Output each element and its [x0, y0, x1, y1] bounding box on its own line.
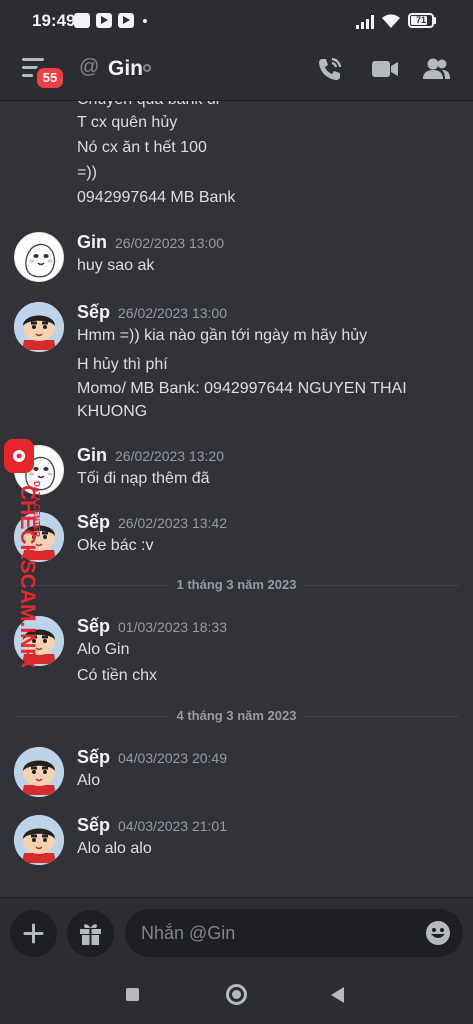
author-line: Sếp 04/03/2023 21:01 [77, 815, 227, 836]
message-text: KHUONG [77, 403, 148, 420]
avatar[interactable] [14, 302, 64, 352]
author-name[interactable]: Gin [77, 445, 107, 465]
message-text: Momo/ MB Bank: 0942997644 NGUYEN THAI [77, 380, 407, 397]
author-line: Sếp 26/02/2023 13:00 [77, 302, 227, 323]
message-input[interactable] [125, 909, 463, 957]
message-text: Alo Gin [77, 641, 130, 658]
author-line: Sếp 04/03/2023 20:49 [77, 747, 227, 768]
author-line: Gin 26/02/2023 13:00 [77, 232, 224, 253]
dm-header: 55 @ Gin [0, 40, 473, 101]
youtube-icon [118, 13, 134, 28]
message-list[interactable]: Chuyển qua bank đi T cx quên hủy Nó cx ă… [0, 101, 473, 897]
message-text: Chuyển qua bank đi [77, 101, 219, 109]
discord-dm-screen: 19:49 71 55 @ Gin T cx quên hủy Nó cx ăn… [0, 0, 473, 1024]
status-time: 19:49 [32, 11, 76, 30]
message-composer [0, 897, 473, 968]
unread-badge: 55 [34, 65, 66, 91]
timestamp: 26/02/2023 13:00 [115, 235, 224, 251]
home-icon[interactable] [226, 984, 247, 1005]
author-line: Sếp 01/03/2023 18:33 [77, 616, 227, 637]
more-notifications-icon [143, 19, 147, 23]
gift-icon [80, 924, 101, 945]
message-text: Nó cx ăn t hết 100 [77, 139, 207, 156]
wifi-icon [382, 14, 400, 28]
message-text: =)) [77, 164, 97, 181]
author-name[interactable]: Sếp [77, 747, 110, 767]
gift-button[interactable] [67, 910, 114, 957]
video-icon[interactable] [370, 54, 400, 84]
author-name[interactable]: Gin [77, 232, 107, 252]
date-divider: 4 tháng 3 năm 2023 [14, 706, 459, 726]
plus-icon [23, 923, 44, 944]
timestamp: 26/02/2023 13:20 [115, 448, 224, 464]
avatar[interactable] [14, 815, 64, 865]
message-text: Oke bác :v [77, 537, 154, 554]
message-text: Hmm =)) kia nào gần tới ngày m hãy hủy [77, 327, 368, 344]
timestamp: 01/03/2023 18:33 [118, 619, 228, 635]
recents-icon[interactable] [126, 988, 139, 1001]
timestamp: 26/02/2023 13:00 [118, 305, 228, 321]
at-icon: @ [79, 56, 100, 78]
svg-text:DATA CENTER: DATA CENTER [32, 481, 41, 537]
offline-status-icon [143, 64, 151, 72]
message-text: huy sao ak [77, 257, 155, 274]
author-line: Sếp 26/02/2023 13:42 [77, 512, 227, 533]
timestamp: 26/02/2023 13:42 [118, 515, 228, 531]
cartoon-avatar-icon [14, 815, 64, 865]
timestamp: 04/03/2023 20:49 [118, 750, 228, 766]
android-nav-bar [0, 967, 473, 1024]
avatar[interactable] [14, 747, 64, 797]
blob-avatar-icon [25, 243, 56, 278]
signal-icon [356, 15, 376, 29]
emoji-icon[interactable] [425, 920, 451, 946]
message-text: Tối đi nạp thêm đã [77, 470, 210, 487]
cartoon-avatar-icon [14, 302, 64, 352]
channel-name[interactable]: Gin [108, 57, 143, 81]
call-icon[interactable] [315, 54, 345, 84]
message-text: H hủy thì phí [77, 356, 168, 373]
author-name[interactable]: Sếp [77, 512, 110, 532]
author-name[interactable]: Sếp [77, 815, 110, 835]
members-icon[interactable] [421, 54, 451, 84]
message-text: T cx quên hủy [77, 114, 178, 131]
message-text: Có tiền chx [77, 667, 158, 684]
back-icon[interactable] [331, 987, 344, 1003]
author-name[interactable]: Sếp [77, 616, 110, 636]
battery-icon: 71 [408, 13, 434, 28]
author-line: Gin 26/02/2023 13:20 [77, 445, 224, 466]
add-attachment-button[interactable] [10, 910, 57, 957]
timestamp: 04/03/2023 21:01 [118, 818, 228, 834]
date-divider: 1 tháng 3 năm 2023 [14, 575, 459, 595]
message-text: 0942997644 MB Bank [77, 189, 236, 206]
avatar[interactable] [14, 232, 64, 282]
status-bar: 19:49 71 [0, 0, 473, 40]
date-divider-label: 1 tháng 3 năm 2023 [168, 577, 305, 592]
battery-tip [434, 17, 436, 24]
cartoon-avatar-icon [14, 747, 64, 797]
checkscam-watermark-logo: CHECKSCAM.INFO DATA CENTER [4, 439, 41, 667]
youtube-icon [96, 13, 112, 28]
date-divider-label: 4 tháng 3 năm 2023 [168, 708, 305, 723]
author-name[interactable]: Sếp [77, 302, 110, 322]
message-text: Alo alo alo [77, 840, 152, 857]
message-text: Alo [77, 772, 101, 789]
notification-app-icon [74, 13, 90, 28]
